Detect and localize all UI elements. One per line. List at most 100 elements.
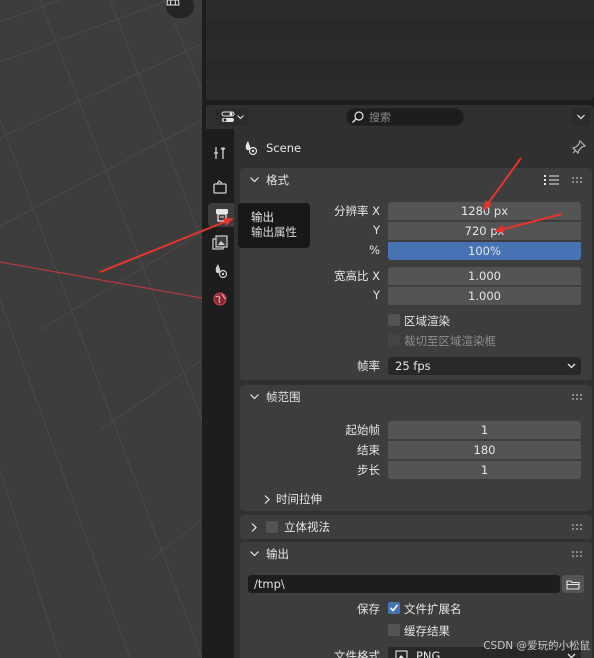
fps-label: 帧率 — [357, 359, 380, 373]
region-render-checkbox[interactable] — [388, 314, 400, 326]
chevron-down-icon — [567, 363, 576, 369]
properties-search[interactable]: 搜索 — [346, 108, 464, 126]
pin-icon — [571, 139, 587, 155]
file-extension-label: 文件扩展名 — [404, 602, 462, 616]
chevron-down-icon — [249, 177, 259, 183]
frame-step-field[interactable]: 1 — [388, 461, 581, 479]
grid-icon — [166, 0, 180, 6]
right-editor-column: 搜索 Scene 格式 分辨率 X 1280 px Y 720 px % 100… — [202, 0, 594, 658]
format-panel-header[interactable]: 格式 — [240, 168, 592, 192]
aspect-y-label: Y — [372, 288, 380, 302]
file-extension-checkbox[interactable] — [388, 602, 400, 614]
region-render-label: 区域渲染 — [404, 314, 450, 328]
printer-icon — [216, 209, 228, 222]
chevron-down-icon — [236, 114, 244, 119]
checkmark-icon — [389, 604, 399, 612]
time-stretch-label: 时间拉伸 — [276, 492, 322, 506]
scene-icon — [245, 141, 258, 156]
resolution-percent-label: % — [369, 243, 380, 257]
scene-icon — [215, 264, 228, 279]
drag-handle-icon[interactable] — [572, 177, 584, 183]
world-tab[interactable] — [208, 287, 232, 311]
frame-end-field[interactable]: 180 — [388, 441, 581, 459]
resolution-y-label: Y — [372, 223, 380, 237]
aspect-x-field[interactable]: 1.000 — [388, 267, 581, 285]
format-panel: 格式 分辨率 X 1280 px Y 720 px % 100% 宽高比 X 1… — [240, 168, 592, 380]
chevron-down-icon — [249, 551, 259, 557]
header-options-dropdown[interactable] — [572, 108, 590, 126]
chevron-right-icon — [264, 494, 270, 504]
frame-step-label: 步长 — [357, 463, 380, 477]
cache-result-checkbox[interactable] — [388, 624, 400, 636]
properties-tab-bar — [206, 129, 236, 658]
outliner-area[interactable] — [206, 0, 594, 100]
crop-to-region-label: 裁切至区域渲染框 — [404, 334, 496, 348]
render-tab[interactable] — [208, 175, 232, 199]
stereoscopy-panel-title: 立体视法 — [284, 520, 330, 534]
view-layer-tab[interactable] — [208, 231, 232, 255]
resolution-y-field[interactable]: 720 px — [388, 222, 581, 240]
scene-name: Scene — [266, 141, 302, 155]
viewport-grid — [0, 0, 202, 658]
editor-type-dropdown[interactable] — [216, 108, 248, 126]
tool-tab[interactable] — [208, 141, 232, 165]
save-label: 保存 — [357, 602, 380, 616]
outliner-row — [206, 0, 594, 20]
outliner-row — [206, 20, 594, 40]
drag-handle-icon[interactable] — [572, 394, 584, 400]
format-panel-title: 格式 — [266, 173, 289, 187]
browse-folder-button[interactable] — [562, 575, 584, 593]
stereoscopy-panel-header[interactable]: 立体视法 — [240, 515, 592, 539]
tooltip-title: 输出 — [251, 210, 274, 224]
stereoscopy-checkbox[interactable] — [266, 521, 278, 533]
cache-result-label: 缓存结果 — [404, 624, 450, 638]
tool-icon — [214, 147, 226, 159]
search-placeholder: 搜索 — [369, 111, 391, 124]
fps-dropdown[interactable]: 25 fps — [388, 357, 581, 375]
3d-viewport[interactable] — [0, 0, 202, 658]
world-icon — [213, 292, 227, 306]
image-stack-icon — [212, 235, 228, 250]
resolution-percent-slider[interactable]: 100% — [388, 242, 581, 260]
fps-value: 25 fps — [395, 359, 431, 373]
pin-button[interactable] — [571, 139, 587, 157]
context-breadcrumb: Scene — [242, 139, 301, 157]
render-camera-icon — [213, 180, 227, 194]
crop-to-region-checkbox[interactable] — [388, 334, 400, 346]
list-presets-icon[interactable] — [544, 174, 560, 186]
outliner-row — [206, 80, 594, 100]
file-format-label: 文件格式 — [334, 649, 380, 658]
drag-handle-icon[interactable] — [572, 551, 584, 557]
scene-tab[interactable] — [208, 259, 232, 283]
tooltip-subtitle: 输出属性 — [251, 225, 297, 239]
frame-start-label: 起始帧 — [345, 423, 381, 437]
frame-end-label: 结束 — [357, 443, 380, 457]
image-file-icon — [395, 650, 408, 658]
output-panel-header[interactable]: 输出 — [240, 542, 592, 566]
time-stretch-subpanel[interactable]: 时间拉伸 — [264, 491, 322, 507]
resolution-x-label: 分辨率 X — [333, 204, 380, 218]
chevron-down-icon — [577, 114, 585, 120]
search-icon — [352, 111, 364, 123]
frame-start-field[interactable]: 1 — [388, 421, 581, 439]
properties-header: 搜索 — [206, 105, 594, 129]
drag-handle-icon[interactable] — [572, 524, 584, 530]
output-tab[interactable] — [208, 203, 236, 227]
watermark: CSDN @爱玩的小松鼠 — [483, 640, 590, 652]
properties-editor-icon — [221, 111, 234, 122]
output-panel-title: 输出 — [266, 547, 289, 561]
folder-icon — [566, 579, 580, 590]
outliner-row — [206, 60, 594, 80]
aspect-y-field[interactable]: 1.000 — [388, 287, 581, 305]
resolution-x-field[interactable]: 1280 px — [388, 202, 581, 220]
output-tab-tooltip: 输出 输出属性 — [238, 203, 310, 248]
outliner-row — [206, 40, 594, 60]
chevron-down-icon — [249, 394, 259, 400]
frame-range-panel: 帧范围 起始帧 1 结束 180 步长 1 时间拉伸 — [240, 385, 592, 511]
aspect-x-label: 宽高比 X — [333, 269, 380, 283]
frame-range-panel-header[interactable]: 帧范围 — [240, 385, 592, 409]
stereoscopy-panel: 立体视法 — [240, 515, 592, 539]
output-path-input[interactable]: /tmp\ — [248, 575, 560, 593]
frame-range-panel-title: 帧范围 — [266, 390, 301, 404]
chevron-right-icon — [251, 522, 257, 532]
